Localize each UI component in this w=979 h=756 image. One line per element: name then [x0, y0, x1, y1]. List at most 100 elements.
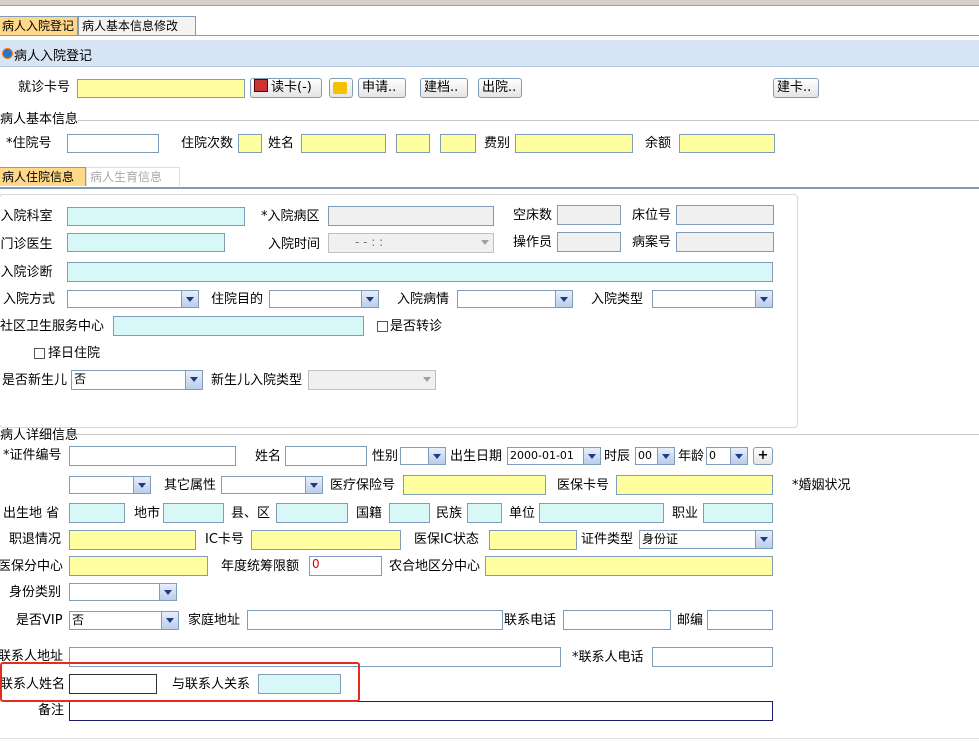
- chevron-down-icon[interactable]: [755, 531, 772, 548]
- detail-name-input[interactable]: [285, 446, 367, 466]
- city-input[interactable]: [163, 503, 224, 523]
- archive-button[interactable]: 建档..: [420, 78, 468, 98]
- discharge-button[interactable]: 出院..: [478, 78, 522, 98]
- clear-button[interactable]: [329, 78, 353, 98]
- id-no-input[interactable]: [69, 446, 236, 466]
- occupation-input[interactable]: [703, 503, 773, 523]
- insurance-no-input[interactable]: [403, 475, 546, 495]
- birth-date-picker[interactable]: 2000-01-01: [507, 447, 601, 465]
- unit-input[interactable]: [539, 503, 664, 523]
- ward-input[interactable]: [328, 206, 494, 226]
- insurance-card-label: 医保卡号: [557, 478, 610, 493]
- bed-no-input[interactable]: [676, 205, 774, 225]
- chevron-down-icon[interactable]: [428, 448, 445, 464]
- newborn-type-select[interactable]: [308, 370, 436, 390]
- transfer-checkbox[interactable]: [377, 321, 388, 332]
- read-card-button[interactable]: 读卡(-): [250, 78, 322, 98]
- gender-input[interactable]: [396, 134, 430, 153]
- phone-input[interactable]: [563, 610, 671, 630]
- chevron-down-icon[interactable]: [305, 477, 322, 493]
- tab-patient-info-edit[interactable]: 病人基本信息修改: [78, 16, 196, 35]
- hour-select[interactable]: 00: [635, 447, 675, 465]
- spin-icon[interactable]: [730, 448, 747, 464]
- insurance-center-input[interactable]: [69, 556, 208, 576]
- chevron-down-icon[interactable]: [419, 371, 435, 389]
- id-extra-select[interactable]: [69, 476, 151, 494]
- chevron-down-icon[interactable]: [133, 477, 150, 493]
- fee-type-input[interactable]: [515, 134, 633, 153]
- outpatient-doctor-input[interactable]: [67, 233, 225, 252]
- diagnosis-input[interactable]: [67, 262, 773, 282]
- dept-label: *入院科室: [0, 209, 53, 224]
- ethnicity-label: 民族: [436, 506, 463, 521]
- insurance-card-input[interactable]: [616, 475, 773, 495]
- county-input[interactable]: [276, 503, 348, 523]
- add-button[interactable]: +: [753, 447, 773, 465]
- identity-select[interactable]: [69, 583, 177, 601]
- chevron-down-icon[interactable]: [555, 291, 572, 307]
- rural-center-input[interactable]: [485, 556, 773, 576]
- age-input[interactable]: [440, 134, 476, 153]
- chevron-down-icon[interactable]: [361, 291, 378, 307]
- chevron-down-icon[interactable]: [755, 291, 772, 307]
- newborn-select[interactable]: 否: [71, 370, 203, 390]
- contact-phone-input[interactable]: [652, 647, 773, 667]
- admit-type-select[interactable]: [652, 290, 773, 308]
- purpose-label: 住院目的: [211, 292, 264, 307]
- record-no-input[interactable]: [676, 232, 774, 252]
- ic-card-input[interactable]: [251, 530, 401, 550]
- card-no-input[interactable]: [77, 79, 245, 98]
- name-input[interactable]: [301, 134, 386, 153]
- gender-label: 性别: [372, 449, 399, 464]
- occupation-label: 职业: [672, 506, 699, 521]
- tab-admission-register[interactable]: 病人入院登记: [0, 16, 78, 35]
- admit-times-input[interactable]: [238, 134, 262, 153]
- chevron-down-icon[interactable]: [181, 291, 198, 307]
- build-card-button[interactable]: 建卡..: [773, 78, 819, 98]
- birth-province-input[interactable]: [69, 503, 125, 523]
- ic-status-input[interactable]: [489, 530, 577, 550]
- ic-card-label: IC卡号: [205, 532, 244, 547]
- hour-label: 时辰: [604, 449, 631, 464]
- chevron-down-icon[interactable]: [583, 448, 600, 464]
- admit-time-label: 入院时间: [268, 237, 321, 252]
- balance-input[interactable]: [679, 134, 775, 153]
- remark-input[interactable]: [69, 701, 773, 721]
- transfer-label: 是否转诊: [390, 319, 443, 334]
- chevron-down-icon[interactable]: [477, 234, 493, 250]
- card-reader-icon: [254, 79, 268, 92]
- empty-beds-input[interactable]: [557, 205, 621, 225]
- age-spinner[interactable]: 0: [706, 447, 748, 465]
- dept-input[interactable]: [67, 207, 245, 226]
- home-addr-input[interactable]: [247, 610, 503, 630]
- admit-method-select[interactable]: [67, 290, 199, 308]
- nationality-input[interactable]: [389, 503, 430, 523]
- operator-input[interactable]: [557, 232, 621, 252]
- apply-button[interactable]: 申请..: [358, 78, 406, 98]
- chevron-down-icon[interactable]: [161, 612, 178, 629]
- tab-birth-info[interactable]: 病人生育信息: [86, 167, 180, 186]
- community-input[interactable]: [113, 316, 364, 336]
- purpose-select[interactable]: [269, 290, 379, 308]
- top-toolbar: [0, 0, 979, 6]
- postcode-input[interactable]: [707, 610, 773, 630]
- other-attr-select[interactable]: [221, 476, 323, 494]
- scheduled-checkbox[interactable]: [34, 348, 45, 359]
- admit-time-picker[interactable]: - - : :: [328, 233, 494, 253]
- retire-input[interactable]: [69, 530, 196, 550]
- chevron-down-icon[interactable]: [185, 371, 202, 389]
- panel-title: 病人入院登记: [14, 49, 93, 64]
- chevron-down-icon[interactable]: [657, 448, 674, 464]
- annual-limit-input[interactable]: 0: [309, 556, 382, 576]
- retire-label: 职退情况: [9, 532, 62, 547]
- city-label: 地市: [134, 506, 161, 521]
- inpatient-no-label: *住院号: [6, 136, 52, 151]
- id-type-select[interactable]: 身份证: [639, 530, 773, 549]
- ethnicity-input[interactable]: [467, 503, 502, 523]
- tab-admission-info[interactable]: 病人住院信息: [0, 167, 86, 186]
- inpatient-no-input[interactable]: [67, 134, 159, 153]
- vip-select[interactable]: 否: [69, 611, 179, 630]
- chevron-down-icon[interactable]: [159, 584, 176, 600]
- condition-select[interactable]: [457, 290, 573, 308]
- gender-select[interactable]: [400, 447, 446, 465]
